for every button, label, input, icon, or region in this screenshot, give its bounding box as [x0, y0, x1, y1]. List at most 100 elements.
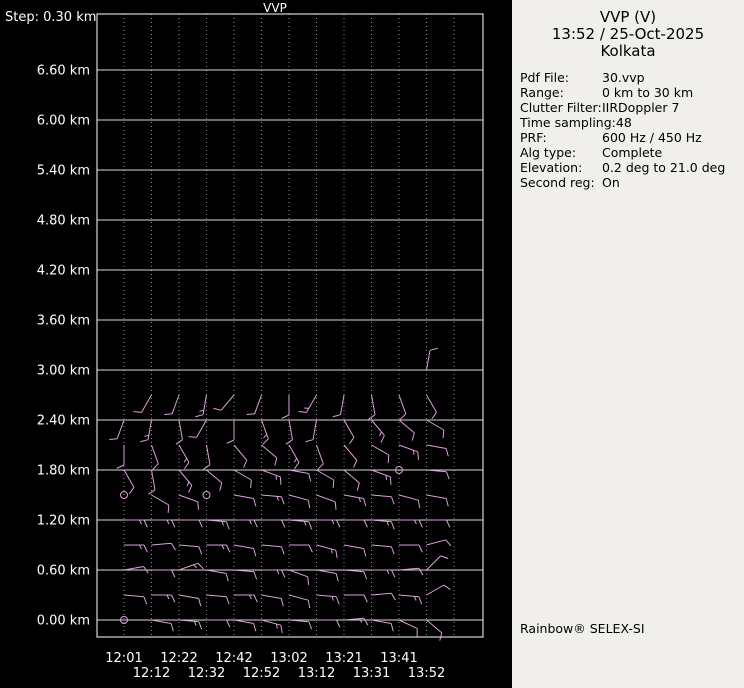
barb-line: [308, 577, 309, 585]
wind-barb: [399, 568, 423, 575]
barb-line: [372, 445, 389, 455]
wind-barb: [189, 420, 207, 437]
barb-line: [349, 437, 354, 444]
barb-line: [447, 520, 450, 527]
x-axis-label: 13:31: [353, 666, 390, 681]
field-value: 30.vvp: [602, 70, 645, 85]
wind-barb: [399, 520, 422, 527]
wind-barb: [109, 420, 124, 439]
barb-line: [188, 485, 191, 492]
barb-line: [391, 547, 394, 555]
barb-line: [427, 420, 444, 430]
barb-line: [344, 545, 364, 548]
barb-line: [299, 412, 307, 413]
barb-line: [332, 520, 334, 524]
x-axis-label: 12:12: [133, 666, 170, 681]
barb-line: [444, 585, 451, 590]
wind-barb: [152, 543, 176, 550]
field-label: PRF:: [520, 130, 602, 145]
wind-barb: [289, 595, 310, 608]
barb-line: [234, 445, 247, 460]
wind-barb: [234, 495, 256, 506]
field-label: Pdf File:: [520, 70, 602, 85]
barb-line: [419, 545, 422, 552]
barb-line: [264, 435, 267, 438]
barb-line: [286, 440, 293, 445]
wind-barb: [427, 585, 451, 595]
barb-line: [427, 395, 437, 412]
wind-barb: [344, 545, 366, 556]
barb-line: [313, 420, 316, 440]
barb-line: [399, 620, 417, 628]
wind-barb: [152, 620, 174, 631]
barb-line: [172, 395, 179, 414]
barb-line: [414, 596, 416, 600]
wind-barb: [152, 520, 175, 527]
barb-line: [446, 540, 451, 546]
wind-barb: [134, 395, 152, 412]
field-label: Elevation:: [520, 160, 602, 175]
x-axis-label: 13:21: [325, 651, 362, 666]
barb-line: [294, 462, 299, 469]
wind-barb: [152, 445, 159, 469]
wind-barb: [317, 495, 336, 510]
barb-line: [254, 572, 257, 580]
barb-line: [336, 550, 337, 558]
x-axis-label: 12:42: [215, 651, 252, 666]
barb-line: [262, 470, 281, 477]
wind-barb: [344, 445, 357, 468]
barb-line: [117, 465, 124, 468]
barb-line: [254, 595, 257, 602]
barb-line: [336, 573, 338, 581]
info-panel: VVP (V) 13:52 / 25-Oct-2025 Kolkata Pdf …: [512, 0, 744, 688]
barb-line: [317, 470, 334, 480]
barb-line: [124, 470, 134, 487]
wind-barb: [234, 445, 247, 468]
wind-barb: [344, 470, 359, 491]
barb-line: [427, 620, 442, 633]
barb-line: [226, 522, 229, 530]
wind-barb: [203, 445, 210, 469]
barb-line: [281, 547, 284, 555]
barb-line: [179, 470, 192, 485]
field-value: 0 km to 30 km: [602, 85, 693, 100]
wind-barb: [399, 620, 417, 636]
barb-line: [194, 565, 197, 568]
info-fields: Pdf File:30.vvp Range:0 km to 30 km Clut…: [520, 70, 744, 190]
barb-line: [227, 620, 230, 627]
wind-barb: [317, 445, 324, 469]
barb-line: [117, 420, 124, 439]
barb-line: [179, 595, 199, 598]
x-axis-label: 12:22: [160, 651, 197, 666]
barb-line: [333, 415, 341, 417]
barb-line: [289, 445, 299, 462]
wind-barb: [179, 495, 198, 510]
wind-barb: [427, 520, 450, 527]
wind-barb: [344, 595, 367, 602]
barb-line: [168, 505, 169, 513]
wind-barb: [344, 495, 366, 506]
wind-barb: [124, 520, 147, 527]
field-label: Clutter Filter:: [520, 100, 602, 115]
barb-line: [333, 480, 334, 488]
barb-line: [357, 483, 359, 491]
barb-line: [184, 462, 189, 469]
field-label: Range:: [520, 85, 602, 100]
info-field-row: PRF:600 Hz / 450 Hz: [520, 130, 744, 145]
barb-line: [144, 545, 147, 552]
barb-line: [387, 570, 389, 574]
wind-barb: [289, 570, 308, 585]
info-field-row: Clutter Filter:IIRDoppler 7: [520, 100, 744, 115]
wind-barb: [124, 595, 147, 604]
wind-barb: [289, 520, 312, 529]
barb-line: [364, 572, 367, 580]
y-axis-label: 1.80 km: [37, 464, 90, 479]
barb-line: [418, 452, 419, 460]
barb-line: [227, 440, 234, 443]
barb-line: [250, 520, 252, 524]
barb-line: [226, 597, 229, 605]
y-axis-label: 3.60 km: [37, 314, 90, 329]
barb-line: [372, 420, 385, 435]
barb-line: [234, 470, 251, 480]
wind-barb: [207, 520, 230, 529]
